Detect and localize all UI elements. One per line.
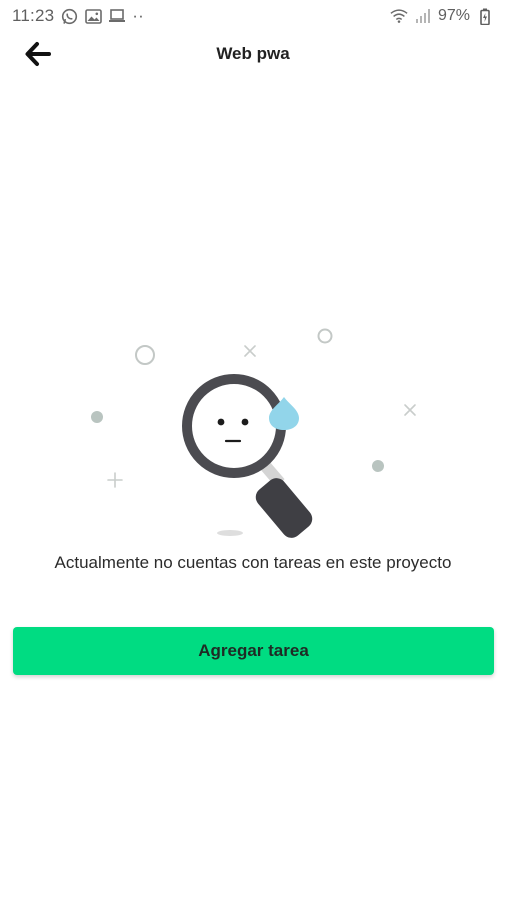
status-left: 11:23 ·· [12,6,144,26]
decor-dot [91,411,103,423]
status-bar: 11:23 ·· 97% [0,0,506,32]
laptop-icon [108,7,126,25]
face-eye-right [241,418,249,426]
status-right: 97% [390,7,494,25]
screen: 11:23 ·· 97% Web pwa Actualmente no cuen… [0,0,506,900]
magnifier-handle [255,478,313,538]
magnifier-shadow [217,530,243,536]
decor-circle [135,345,155,365]
more-notifications-indicator: ·· [132,6,145,25]
face-eye-left [217,418,225,426]
wifi-icon [390,7,408,25]
whatsapp-icon [60,7,78,25]
empty-state-message: Actualmente no cuentas con tareas en est… [54,553,452,572]
page-title: Web pwa [216,44,290,63]
empty-state-illustration [0,300,506,550]
battery-icon [476,7,494,25]
magnifier-lens [182,374,286,478]
add-task-button[interactable]: Agregar tarea [13,627,494,675]
status-time: 11:23 [12,6,55,25]
battery-percent: 97% [437,7,470,24]
gallery-icon [84,7,102,25]
app-bar: Web pwa [0,32,506,80]
signal-icon [414,7,432,25]
decor-dot [372,460,384,472]
decor-circle [317,328,333,344]
